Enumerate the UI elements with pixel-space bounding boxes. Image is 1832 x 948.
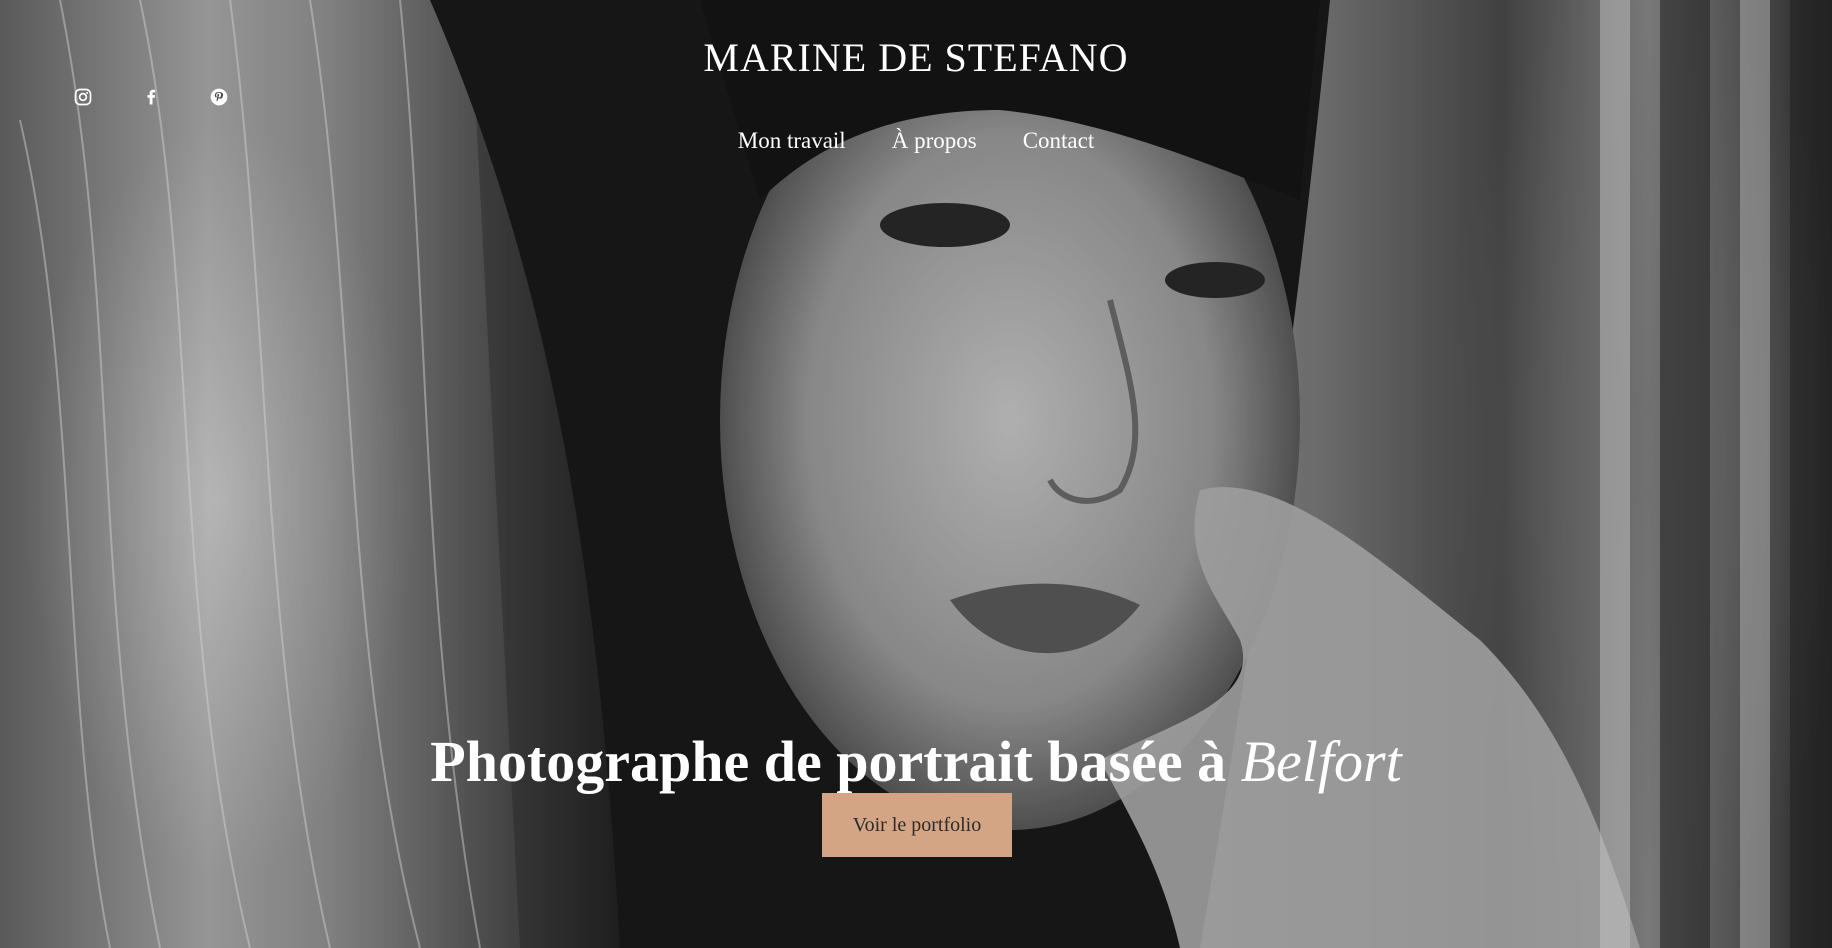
hero-section: MARINE DE STEFANO Mon travail À propos C… <box>0 0 1832 948</box>
portfolio-button[interactable]: Voir le portfolio <box>822 793 1012 857</box>
pinterest-link[interactable] <box>208 86 230 108</box>
nav-link-contact[interactable]: Contact <box>1023 128 1095 154</box>
instagram-icon <box>74 88 92 106</box>
pinterest-icon <box>210 88 228 106</box>
facebook-link[interactable] <box>140 86 162 108</box>
hero-headline-city: Belfort <box>1240 728 1402 794</box>
site-logo[interactable]: MARINE DE STEFANO <box>0 34 1832 81</box>
hero-headline: Photographe de portrait basée à Belfort <box>0 727 1832 797</box>
nav-link-about[interactable]: À propos <box>892 128 977 154</box>
main-nav: Mon travail À propos Contact <box>0 128 1832 154</box>
hero-headline-text: Photographe de portrait basée à <box>430 728 1227 794</box>
instagram-link[interactable] <box>72 86 94 108</box>
facebook-icon <box>147 89 156 105</box>
social-links <box>72 86 230 108</box>
nav-link-work[interactable]: Mon travail <box>738 128 846 154</box>
